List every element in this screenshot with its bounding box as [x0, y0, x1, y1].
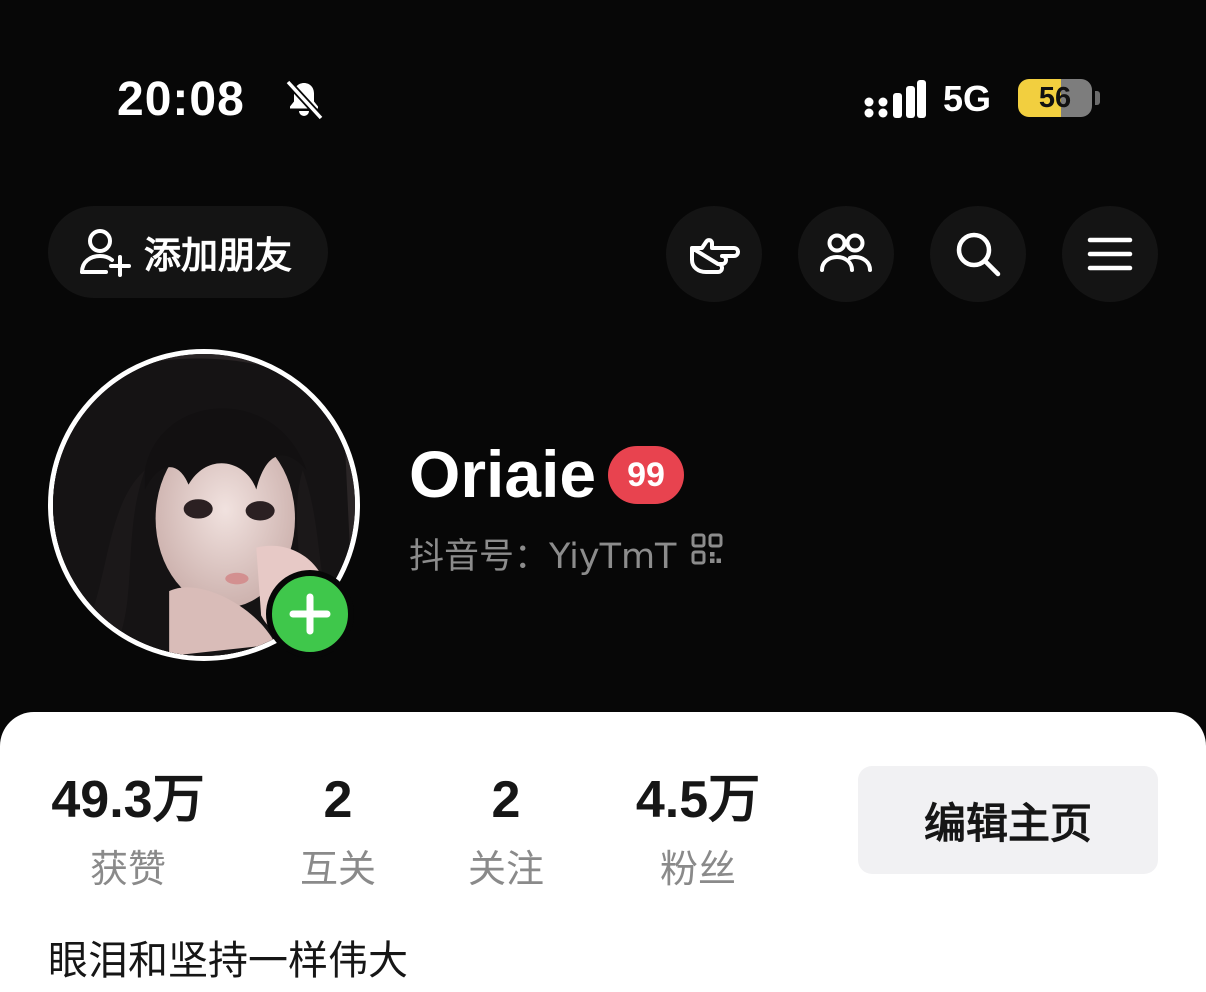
profile-screen: 20:08 5G 56 添加朋友 Oriaie 99 抖音号：YiyTmT 49…	[0, 0, 1206, 992]
network-type: 5G	[943, 78, 992, 119]
stat-label: 粉丝	[659, 847, 736, 891]
stat-label: 获赞	[89, 847, 166, 891]
stat-value: 2	[491, 771, 521, 829]
stat-value: 2	[323, 771, 353, 829]
stat-label: 互关	[299, 847, 376, 891]
bell-muted-icon	[285, 79, 324, 121]
stat-mutual[interactable]: 2 互关	[286, 770, 390, 893]
menu-icon	[1087, 237, 1133, 271]
friends-button[interactable]	[798, 206, 894, 302]
stat-followers[interactable]: 4.5万 粉丝	[626, 770, 770, 893]
battery-tip	[1095, 91, 1100, 105]
edit-profile-button[interactable]: 编辑主页	[858, 766, 1158, 874]
status-time: 20:08	[117, 73, 245, 126]
username: Oriaie	[409, 437, 597, 511]
people-icon	[820, 233, 872, 272]
search-icon	[956, 232, 1001, 277]
add-friend-button[interactable]: 添加朋友	[48, 206, 328, 298]
pointing-hand-icon	[690, 238, 740, 274]
avatar-add-icon	[289, 593, 331, 635]
add-user-icon	[80, 229, 131, 277]
stat-label: 关注	[467, 847, 544, 891]
search-button[interactable]	[930, 206, 1026, 302]
stat-following[interactable]: 2 关注	[454, 770, 558, 893]
battery-indicator: 56	[1018, 79, 1092, 117]
qr-code-icon[interactable]	[690, 532, 724, 566]
profile-header: 20:08 5G 56 添加朋友 Oriaie 99 抖音号：YiyTmT	[0, 0, 1206, 760]
signal-icon	[864, 80, 926, 118]
avatar-add-button[interactable]	[266, 570, 354, 658]
stat-value: 4.5万	[635, 771, 761, 829]
douyin-id[interactable]: 抖音号：YiyTmT	[409, 528, 676, 579]
bio-text: 眼泪和坚持一样伟大	[48, 938, 408, 984]
level-badge[interactable]: 99	[608, 446, 684, 504]
menu-button[interactable]	[1062, 206, 1158, 302]
stat-likes[interactable]: 49.3万 获赞	[46, 770, 210, 893]
stat-value: 49.3万	[51, 771, 205, 829]
gesture-button[interactable]	[666, 206, 762, 302]
add-friend-label: 添加朋友	[144, 234, 292, 277]
